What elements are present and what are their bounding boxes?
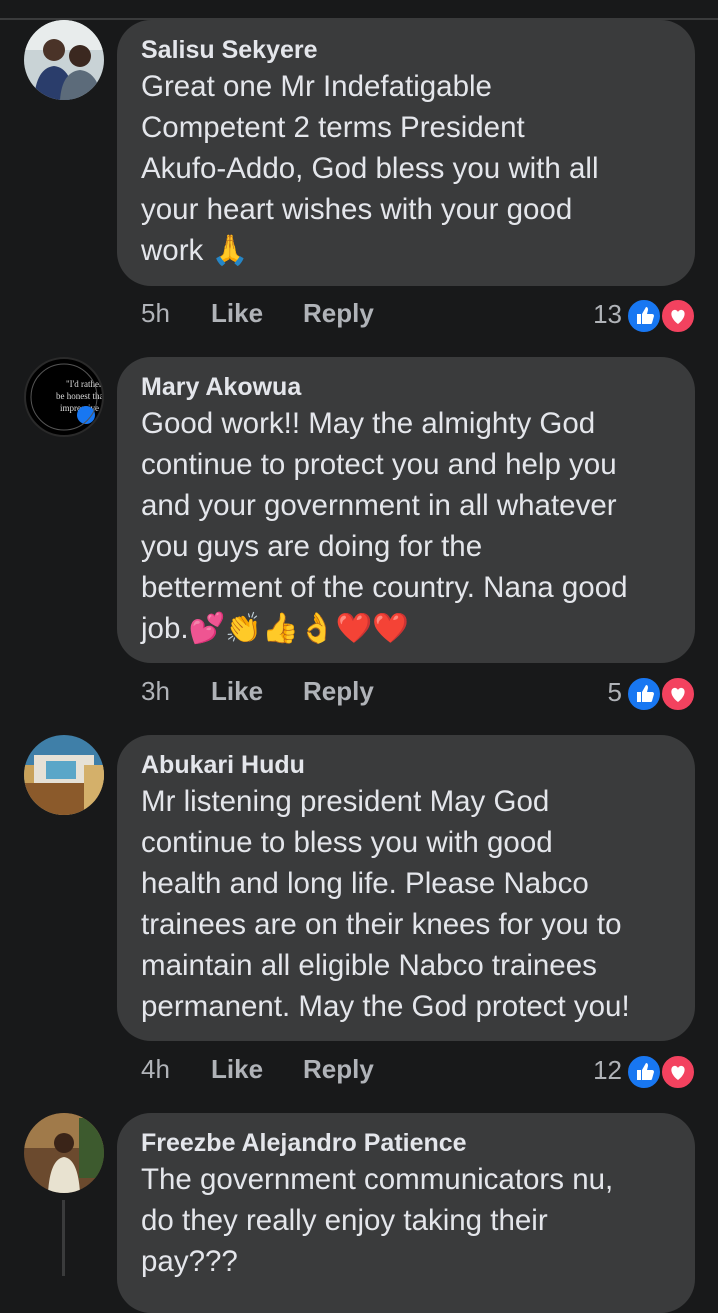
like-reaction-icon (626, 298, 662, 334)
avatar[interactable]: "I'd rather be honest than impressive (24, 357, 104, 437)
love-reaction-icon (660, 298, 696, 334)
love-reaction-icon (660, 1054, 696, 1090)
comment-author[interactable]: Salisu Sekyere (141, 34, 671, 66)
love-reaction-icon (660, 676, 696, 712)
reply-button[interactable]: Reply (303, 676, 374, 707)
comment-text: Good work!! May the almighty God continu… (141, 407, 628, 645)
comment-bubble: Mary Akowua Good work!! May the almighty… (117, 357, 695, 663)
thread-line (62, 1200, 65, 1276)
avatar[interactable] (24, 735, 104, 815)
comment-text: The government communicators nu, do they… (141, 1163, 614, 1278)
svg-text:be honest than: be honest than (56, 391, 102, 401)
reaction-summary[interactable]: 5 (576, 674, 696, 712)
comment-time[interactable]: 3h (141, 676, 170, 707)
like-reaction-icon (626, 1054, 662, 1090)
like-button[interactable]: Like (211, 1054, 263, 1085)
reaction-count: 12 (593, 1055, 622, 1085)
comment-bubble: Freezbe Alejandro Patience The governmen… (117, 1113, 695, 1313)
reaction-count: 13 (593, 299, 622, 329)
comment-bubble: Abukari Hudu Mr listening president May … (117, 735, 695, 1041)
reaction-count: 5 (607, 677, 622, 707)
avatar[interactable] (24, 20, 104, 100)
comment-author[interactable]: Freezbe Alejandro Patience (141, 1127, 671, 1159)
svg-text:"I'd rather: "I'd rather (66, 379, 102, 389)
comment-author[interactable]: Mary Akowua (141, 371, 671, 403)
avatar[interactable] (24, 1113, 104, 1193)
comment-time[interactable]: 5h (141, 298, 170, 329)
reaction-summary[interactable]: 12 (576, 1052, 696, 1090)
comment-bubble: Salisu Sekyere Great one Mr Indefatigabl… (117, 20, 695, 286)
reply-button[interactable]: Reply (303, 298, 374, 329)
like-button[interactable]: Like (211, 676, 263, 707)
reaction-summary[interactable]: 13 (576, 296, 696, 334)
like-button[interactable]: Like (211, 298, 263, 329)
reply-button[interactable]: Reply (303, 1054, 374, 1085)
comment-text: Mr listening president May God continue … (141, 785, 630, 1023)
like-reaction-icon (626, 676, 662, 712)
comment-author[interactable]: Abukari Hudu (141, 749, 671, 781)
comment-time[interactable]: 4h (141, 1054, 170, 1085)
comment-text: Great one Mr Indefatigable Competent 2 t… (141, 70, 599, 267)
